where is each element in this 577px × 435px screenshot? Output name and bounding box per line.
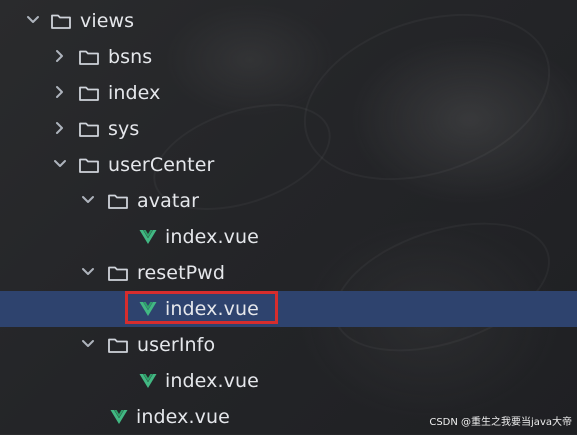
folder-icon — [107, 191, 129, 211]
tree-item-label: index.vue — [136, 406, 230, 428]
watermark-text: CSDN @重生之我要当java大帝 — [429, 417, 572, 428]
tree-item-label: sys — [108, 118, 140, 140]
chevron-down-icon[interactable] — [81, 337, 95, 351]
tree-item-label: index — [108, 82, 161, 104]
chevron-right-icon[interactable] — [53, 85, 67, 99]
tree-item-label: index.vue — [165, 370, 259, 392]
vue-file-icon — [138, 372, 158, 390]
chevron-right-icon[interactable] — [53, 49, 67, 63]
folder-icon — [78, 47, 100, 67]
tree-row-resetpwd-index-vue[interactable]: index.vue — [0, 291, 577, 327]
tree-item-label: index.vue — [165, 226, 259, 248]
vue-file-icon — [138, 300, 158, 318]
folder-icon — [78, 83, 100, 103]
vue-file-icon — [138, 228, 158, 246]
tree-item-label: userInfo — [137, 334, 216, 356]
project-tree: views bsns index sys userCenter avatar i… — [0, 0, 577, 434]
folder-icon — [78, 119, 100, 139]
tree-row-avatar-index-vue[interactable]: index.vue — [0, 219, 577, 255]
tree-item-label: avatar — [137, 190, 200, 212]
tree-item-label: resetPwd — [137, 262, 225, 284]
vue-file-icon — [109, 408, 129, 426]
tree-row-avatar[interactable]: avatar — [0, 183, 577, 219]
tree-item-label: userCenter — [108, 154, 215, 176]
tree-item-label: views — [80, 10, 135, 32]
chevron-down-icon[interactable] — [53, 157, 67, 171]
tree-item-label: bsns — [108, 46, 153, 68]
folder-icon — [50, 11, 72, 31]
tree-row-userinfo[interactable]: userInfo — [0, 327, 577, 363]
tree-row-index-folder[interactable]: index — [0, 75, 577, 111]
tree-item-label: index.vue — [165, 298, 259, 320]
chevron-right-icon[interactable] — [53, 121, 67, 135]
chevron-down-icon[interactable] — [26, 13, 40, 27]
folder-icon — [107, 335, 129, 355]
chevron-down-icon[interactable] — [81, 265, 95, 279]
tree-row-usercenter[interactable]: userCenter — [0, 147, 577, 183]
tree-row-resetpwd[interactable]: resetPwd — [0, 255, 577, 291]
tree-row-sys[interactable]: sys — [0, 111, 577, 147]
tree-row-bsns[interactable]: bsns — [0, 39, 577, 75]
folder-icon — [78, 155, 100, 175]
chevron-down-icon[interactable] — [81, 193, 95, 207]
tree-row-userinfo-index-vue[interactable]: index.vue — [0, 363, 577, 399]
tree-row-views[interactable]: views — [0, 3, 577, 39]
folder-icon — [107, 263, 129, 283]
